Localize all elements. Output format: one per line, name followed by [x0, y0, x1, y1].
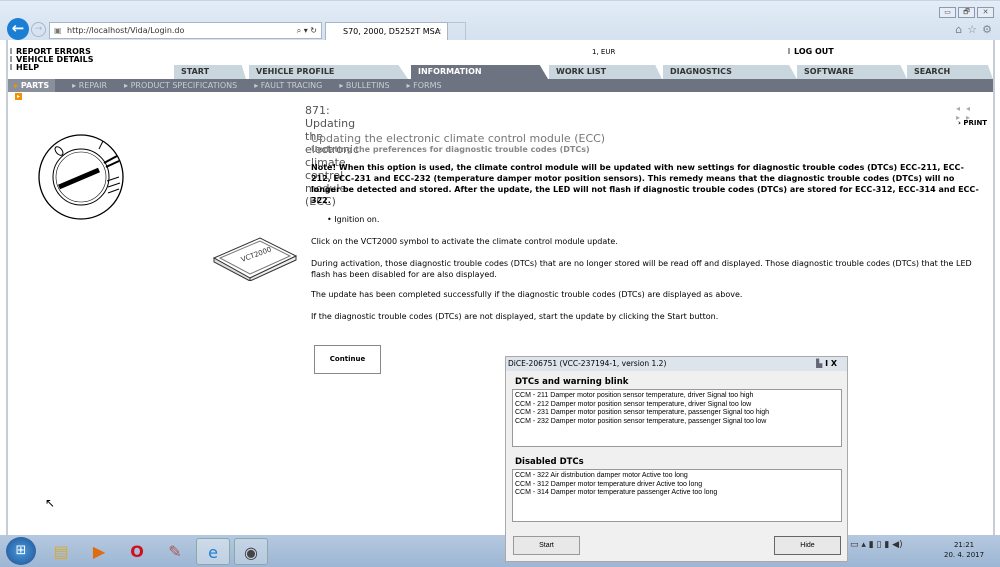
subnav-bulletins[interactable]: BULLETINS	[335, 81, 390, 90]
start-button[interactable]: Start	[513, 536, 580, 555]
locale-currency: 1, EUR	[592, 48, 616, 56]
search-refresh-icon[interactable]: ⌕ ▾ ↻	[297, 23, 317, 38]
tab-start[interactable]: START	[174, 65, 246, 79]
sub-navigation: PARTS REPAIR PRODUCT SPECIFICATIONS FAUL…	[8, 79, 993, 92]
tab-diagnostics[interactable]: DIAGNOSTICS	[663, 65, 797, 79]
clock-date: 20. 4. 2017	[944, 551, 985, 559]
section-heading: Updating the electronic climate control …	[311, 132, 606, 145]
opera-icon[interactable]: O	[120, 538, 154, 565]
subnav-repair[interactable]: REPAIR	[68, 81, 107, 90]
tab-information[interactable]: INFORMATION	[411, 65, 548, 79]
list-item[interactable]: CCM - 232 Damper motor position sensor t…	[515, 418, 839, 427]
close-tab-icon[interactable]: ×	[435, 23, 442, 40]
close-window-button[interactable]: ✕	[977, 7, 994, 18]
browser-tab[interactable]: S70, 2000, D5252T MSA 15....×	[325, 22, 448, 53]
disabled-dtcs-heading: Disabled DTCs	[515, 457, 584, 467]
new-tab-button[interactable]	[448, 22, 466, 41]
windows-start-button[interactable]: ⊞	[6, 537, 36, 565]
tab-vehicle-profile[interactable]: VEHICLE PROFILE	[249, 65, 408, 79]
dialog-controls[interactable]: ▙ I X	[816, 357, 837, 371]
bullet-text: Ignition on.	[334, 215, 380, 224]
dice-dialog: DiCE-206751 (VCC-237194-1, version 1.2) …	[505, 356, 848, 562]
logout-link[interactable]: LOG OUT	[788, 48, 834, 56]
list-item[interactable]: CCM - 211 Damper motor position sensor t…	[515, 392, 839, 401]
explorer-icon[interactable]: ▤	[44, 538, 78, 565]
tab-search[interactable]: SEARCH	[907, 65, 993, 79]
tab-software[interactable]: SOFTWARE	[797, 65, 907, 79]
disabled-dtcs-list[interactable]: CCM - 322 Air distribution damper motor …	[512, 469, 842, 522]
camera-app-icon[interactable]: ◉	[234, 538, 268, 565]
expand-icon[interactable]: ▸	[15, 93, 22, 100]
paragraph-4: If the diagnostic trouble codes (DTCs) a…	[311, 312, 719, 321]
settings-gear-icon[interactable]: ⚙	[982, 23, 992, 36]
system-tray-icons[interactable]: ▭ ▴ ▮ ▯ ▮ ◀)	[850, 540, 903, 550]
home-icon[interactable]: ⌂	[955, 23, 962, 36]
tab-work-list[interactable]: WORK LIST	[549, 65, 662, 79]
paint-icon[interactable]: ✎	[158, 538, 192, 565]
restore-button[interactable]: 🗗	[958, 7, 975, 18]
bullet-item: • Ignition on.	[327, 215, 380, 224]
forward-button[interactable]: →	[31, 22, 46, 37]
minimize-button[interactable]: ▭	[939, 7, 956, 18]
list-item[interactable]: CCM - 314 Damper motor temperature passe…	[515, 489, 839, 498]
list-item[interactable]: CCM - 231 Damper motor position sensor t…	[515, 409, 839, 418]
paragraph-3: The update has been completed successful…	[311, 290, 743, 299]
dialog-title: DiCE-206751 (VCC-237194-1, version 1.2)	[508, 359, 667, 368]
continue-button[interactable]: Continue	[314, 345, 381, 374]
subnav-fault-tracing[interactable]: FAULT TRACING	[250, 81, 323, 90]
list-item[interactable]: CCM - 322 Air distribution damper motor …	[515, 472, 839, 481]
subnav-parts[interactable]: PARTS	[8, 79, 56, 92]
vct2000-icon[interactable]: VCT2000	[212, 236, 298, 281]
paragraph-1: Click on the VCT2000 symbol to activate …	[311, 237, 618, 246]
hide-button[interactable]: Hide	[774, 536, 841, 555]
dialog-title-bar[interactable]: DiCE-206751 (VCC-237194-1, version 1.2) …	[506, 357, 847, 371]
media-player-icon[interactable]: ▶	[82, 538, 116, 565]
section-subheading: Updating the preferences for diagnostic …	[311, 145, 590, 154]
clock-time: 21:21	[953, 541, 975, 549]
printer-icon[interactable]: ▙	[816, 359, 825, 368]
favorites-icon[interactable]: ☆	[967, 23, 977, 36]
url-text: http://localhost/Vida/Login.do	[67, 26, 185, 35]
page-icon: ▣	[54, 26, 62, 35]
note-text: Note! When this option is used, the clim…	[311, 163, 979, 205]
print-label: PRINT	[963, 119, 988, 127]
list-item[interactable]: CCM - 212 Damper motor position sensor t…	[515, 401, 839, 410]
print-link[interactable]: › PRINT	[958, 119, 987, 127]
mouse-cursor-icon: ↖	[45, 496, 56, 510]
help-link[interactable]: HELP	[10, 64, 39, 72]
subnav-forms[interactable]: FORMS	[403, 81, 441, 90]
list-item[interactable]: CCM - 312 Damper motor temperature drive…	[515, 481, 839, 490]
dtcs-warning-heading: DTCs and warning blink	[515, 377, 629, 387]
system-clock[interactable]: 21:21 20. 4. 2017	[944, 540, 984, 560]
dtcs-warning-list[interactable]: CCM - 211 Damper motor position sensor t…	[512, 389, 842, 447]
browser-chrome: ← → ▣ http://localhost/Vida/Login.do ⌕ ▾ ↻…	[0, 0, 1000, 53]
internet-explorer-icon[interactable]: e	[196, 538, 230, 565]
address-bar[interactable]: ▣ http://localhost/Vida/Login.do ⌕ ▾ ↻	[49, 22, 322, 39]
paragraph-2: During activation, those diagnostic trou…	[311, 259, 972, 279]
subnav-product-specifications[interactable]: PRODUCT SPECIFICATIONS	[120, 81, 238, 90]
dialog-info-close-icons[interactable]: I X	[825, 359, 837, 368]
back-button[interactable]: ←	[7, 18, 29, 40]
ignition-switch-illustration	[38, 134, 124, 220]
